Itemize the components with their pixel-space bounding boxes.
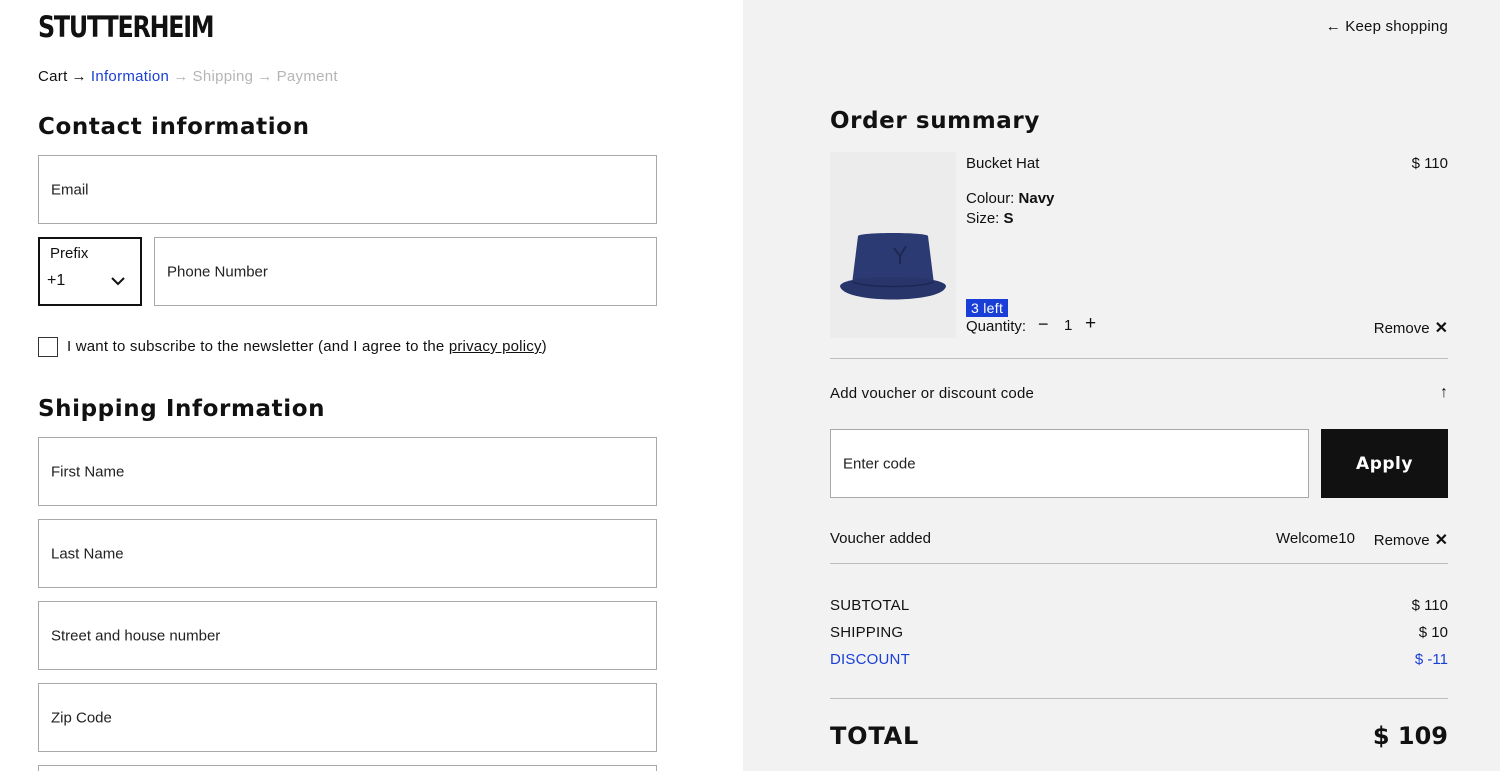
remove-label: Remove bbox=[1373, 532, 1430, 549]
plus-icon[interactable]: + bbox=[1085, 313, 1096, 335]
order-summary-panel: ← Keep shopping Order summary Bucket Hat… bbox=[743, 0, 1500, 771]
discount-value: $ -11 bbox=[1414, 651, 1448, 668]
email-placeholder: Email bbox=[51, 181, 89, 198]
first-name-placeholder: First Name bbox=[51, 463, 125, 480]
voucher-code-placeholder: Enter code bbox=[843, 455, 916, 472]
last-name-placeholder: Last Name bbox=[51, 545, 124, 562]
shipping-label: SHIPPING bbox=[830, 624, 904, 641]
close-icon: ✕ bbox=[1434, 532, 1448, 549]
divider bbox=[830, 358, 1448, 359]
product-name[interactable]: Bucket Hat bbox=[966, 155, 1039, 172]
phone-placeholder: Phone Number bbox=[167, 263, 268, 280]
chevron-down-icon bbox=[111, 277, 125, 286]
size-value: S bbox=[1003, 210, 1014, 227]
breadcrumb-cart[interactable]: Cart bbox=[38, 68, 68, 85]
breadcrumb-arrow-icon: → bbox=[71, 68, 87, 85]
newsletter-label: I want to subscribe to the newsletter (a… bbox=[67, 338, 547, 355]
remove-product-button[interactable]: Remove ✕ bbox=[1374, 318, 1448, 338]
divider bbox=[830, 698, 1448, 699]
total-value: $ 109 bbox=[1372, 722, 1448, 750]
keep-shopping-link[interactable]: ← Keep shopping bbox=[1326, 18, 1448, 35]
privacy-policy-link[interactable]: privacy policy bbox=[449, 338, 542, 355]
contact-information-heading: Contact information bbox=[38, 114, 310, 140]
prefix-value: +1 bbox=[47, 272, 66, 289]
breadcrumb-information: Information bbox=[90, 68, 170, 85]
breadcrumb-shipping: Shipping bbox=[192, 68, 254, 85]
phone-number-field[interactable]: Phone Number bbox=[154, 237, 657, 306]
brand-logo[interactable]: STUTTERHEIM bbox=[38, 10, 215, 44]
colour-label: Colour: bbox=[966, 190, 1019, 207]
breadcrumb-arrow-icon: → bbox=[257, 68, 273, 85]
email-field[interactable]: Email bbox=[38, 155, 657, 224]
size-label: Size: bbox=[966, 210, 1004, 227]
shipping-value: $ 10 bbox=[1418, 624, 1448, 641]
close-icon: ✕ bbox=[1434, 320, 1448, 337]
shipping-information-heading: Shipping Information bbox=[38, 396, 326, 422]
voucher-code-value: Welcome10 bbox=[1276, 530, 1355, 547]
discount-label: DISCOUNT bbox=[830, 651, 910, 668]
colour-value: Navy bbox=[1018, 190, 1055, 207]
zip-placeholder: Zip Code bbox=[51, 709, 112, 726]
voucher-added-label: Voucher added bbox=[830, 530, 931, 547]
street-field[interactable]: Street and house number bbox=[38, 601, 657, 670]
remove-voucher-button[interactable]: Remove ✕ bbox=[1374, 530, 1448, 550]
voucher-toggle[interactable]: Add voucher or discount code bbox=[830, 385, 1034, 402]
breadcrumb-arrow-icon: → bbox=[173, 68, 189, 85]
quantity-value: 1 bbox=[1064, 317, 1073, 334]
street-placeholder: Street and house number bbox=[51, 627, 221, 644]
newsletter-end: ) bbox=[541, 338, 547, 355]
subtotal-label: SUBTOTAL bbox=[830, 597, 910, 614]
newsletter-text: I want to subscribe to the newsletter (a… bbox=[67, 338, 449, 355]
next-field[interactable] bbox=[38, 765, 657, 771]
prefix-label: Prefix bbox=[50, 245, 89, 262]
checkout-form-panel: STUTTERHEIM Cart → Information → Shipping → Pa… bbox=[0, 0, 743, 771]
remove-label: Remove bbox=[1373, 320, 1430, 337]
stock-badge: 3 left bbox=[966, 299, 1009, 317]
total-label: TOTAL bbox=[830, 722, 920, 750]
breadcrumb: Cart → Information → Shipping → Payment bbox=[38, 68, 338, 85]
first-name-field[interactable]: First Name bbox=[38, 437, 657, 506]
voucher-code-input[interactable]: Enter code bbox=[830, 429, 1309, 498]
subtotal-value: $ 110 bbox=[1411, 597, 1448, 614]
phone-prefix-select[interactable]: Prefix +1 bbox=[38, 237, 142, 306]
minus-icon[interactable]: − bbox=[1038, 314, 1049, 335]
divider bbox=[830, 563, 1448, 564]
zip-code-field[interactable]: Zip Code bbox=[38, 683, 657, 752]
quantity-label: Quantity: bbox=[966, 318, 1027, 335]
bucket-hat-image bbox=[830, 152, 956, 338]
apply-button[interactable]: Apply bbox=[1321, 429, 1448, 498]
product-size: Size: S bbox=[966, 210, 1014, 227]
breadcrumb-payment: Payment bbox=[276, 68, 338, 85]
order-summary-heading: Order summary bbox=[830, 108, 1040, 134]
last-name-field[interactable]: Last Name bbox=[38, 519, 657, 588]
product-price: $ 110 bbox=[1411, 155, 1448, 172]
product-colour: Colour: Navy bbox=[966, 190, 1054, 207]
arrow-up-icon[interactable]: ↑ bbox=[1440, 384, 1448, 402]
product-image bbox=[830, 152, 956, 338]
newsletter-checkbox[interactable] bbox=[38, 337, 58, 357]
